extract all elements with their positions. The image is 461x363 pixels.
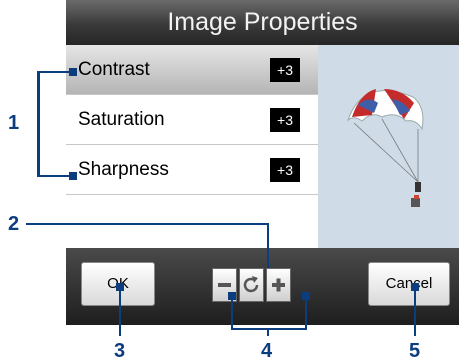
callout-5-dot [411,283,419,291]
increase-button[interactable] [266,268,291,302]
callout-1-bracket [37,71,40,177]
reset-button[interactable] [239,268,264,302]
callout-4-stem [267,328,269,336]
callout-4-right [305,296,307,330]
callout-3-leader [119,287,121,336]
parasail-image [318,45,459,248]
device-screen: Image Properties Contrast +3 Saturation … [66,0,459,325]
callout-4-left [231,296,233,330]
property-value: +3 [270,108,300,132]
callout-2-drop [267,223,269,268]
callout-2-leader [26,223,269,225]
property-value: +3 [270,58,300,82]
callout-5-leader [414,287,416,336]
property-label: Sharpness [78,159,169,180]
refresh-icon [243,276,259,293]
property-row-contrast[interactable]: Contrast +3 [66,45,318,95]
callout-4-bottom [231,328,307,330]
callout-4: 4 [261,340,273,362]
callout-1-dot-bottom [69,172,77,180]
property-label: Contrast [78,59,150,80]
callout-3: 3 [114,340,126,362]
property-list: Contrast +3 Saturation +3 Sharpness +3 [66,45,318,248]
property-label: Saturation [78,109,165,130]
callout-1-leader-bottom [37,175,71,177]
callout-4-dot-right [302,292,310,300]
callout-3-dot [116,283,124,291]
callout-4-dot-left [228,292,236,300]
title-bar: Image Properties [66,0,459,45]
plus-icon [272,278,285,292]
property-row-saturation[interactable]: Saturation +3 [66,95,318,145]
property-row-sharpness[interactable]: Sharpness +3 [66,145,318,195]
callout-1-leader-top [37,71,71,73]
image-preview [318,45,459,248]
bottom-toolbar: OK Cancel [66,248,459,325]
cancel-button[interactable]: Cancel [368,262,450,306]
callout-1-dot-top [69,68,77,76]
property-value: +3 [270,158,300,182]
callout-2: 2 [8,213,20,235]
callout-1: 1 [8,112,20,134]
callout-5: 5 [409,340,421,362]
window-title: Image Properties [167,8,358,36]
